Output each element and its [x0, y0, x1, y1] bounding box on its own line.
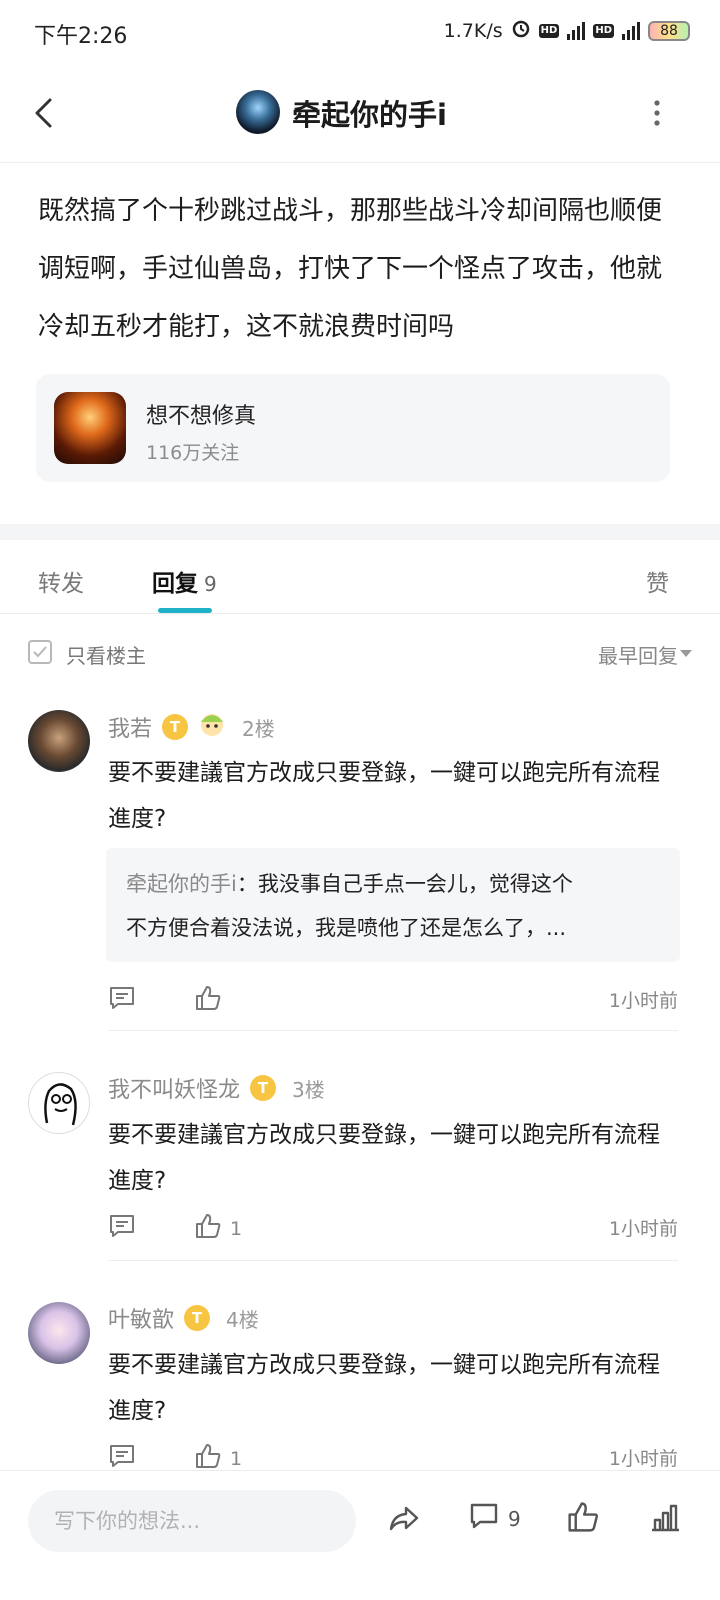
stats-button[interactable] [648, 1500, 682, 1539]
floor-number: 3楼 [292, 1077, 325, 1102]
tab-repost[interactable]: 转发 [38, 564, 84, 598]
sort-dropdown[interactable]: 最早回复 [598, 640, 678, 669]
like-button[interactable]: 1 [194, 1212, 242, 1245]
signal-icon [567, 21, 586, 40]
reply-button[interactable] [108, 984, 136, 1017]
comment-text: 要不要建議官方改成只要登錄，一鍵可以跑完所有流程進度? [108, 1352, 660, 1424]
level-badge: T [162, 714, 189, 740]
comment-time: 1小时前 [608, 1218, 678, 1240]
like-button[interactable] [194, 984, 230, 1017]
like-count: 1 [230, 1447, 243, 1470]
comment-count: 9 [508, 1506, 521, 1531]
like-post-button[interactable] [566, 1500, 600, 1539]
author-name: 我不叫妖怪龙 [108, 1078, 241, 1103]
post-content: 既然搞了个十秒跳过战斗，那那些战斗冷却间隔也顺便调短啊，手过仙兽岛，打快了下一个… [38, 196, 663, 342]
emoji-badge-icon [198, 710, 226, 744]
only-op-label[interactable]: 只看楼主 [66, 640, 146, 669]
quoted-reply[interactable]: 牵起你的手i：我没事自己手点一会儿，觉得这个 不方便合着没法说，我是喷他了还是怎… [106, 848, 680, 962]
author-name: 叶敏歆 [108, 1308, 175, 1333]
share-button[interactable] [386, 1500, 422, 1541]
hd-icon-2: HD [593, 23, 614, 38]
quote-line-1: 我没事自己手点一会儿，觉得这个 [257, 872, 573, 896]
bar-chart-icon [648, 1500, 682, 1539]
back-arrow-icon[interactable] [28, 96, 62, 130]
share-arrow-icon [386, 1500, 422, 1541]
author-name: 我若 [108, 717, 153, 742]
comment-icon [108, 1212, 136, 1245]
comment-input[interactable]: 写下你的想法... [28, 1490, 356, 1552]
comment-time: 1小时前 [608, 990, 678, 1012]
quote-line-2: 不方便合着没法说，我是喷他了还是怎么了，... [126, 916, 567, 940]
more-icon[interactable] [652, 98, 662, 128]
bottom-divider [0, 1470, 720, 1471]
tab-reply[interactable]: 回复 9 [152, 564, 217, 598]
comments-button[interactable]: 9 [468, 1500, 521, 1537]
author-avatar[interactable] [236, 90, 280, 134]
page-title[interactable]: 牵起你的手i [292, 92, 447, 134]
game-icon [54, 392, 126, 464]
game-name: 想不想修真 [146, 404, 257, 429]
comment-text: 要不要建議官方改成只要登錄，一鍵可以跑完所有流程進度? [108, 760, 660, 832]
tab-reply-count: 9 [204, 572, 217, 596]
header-divider [0, 162, 720, 163]
tab-divider [0, 613, 720, 614]
comment-icon [468, 1500, 500, 1537]
comment-divider [108, 1260, 678, 1261]
network-speed: 1.7K/s [443, 19, 503, 42]
comment-author[interactable]: 我若 T 2楼 [108, 710, 275, 744]
tab-like[interactable]: 赞 [646, 564, 669, 598]
avatar[interactable] [28, 710, 90, 772]
comment-icon [108, 984, 136, 1017]
comment-divider [108, 1030, 678, 1031]
thumbs-up-icon [566, 1500, 600, 1539]
comment-author[interactable]: 我不叫妖怪龙 T 3楼 [108, 1072, 325, 1104]
thumbs-up-icon [194, 984, 222, 1017]
quote-author: 牵起你的手i [126, 872, 237, 896]
floor-number: 4楼 [226, 1307, 259, 1332]
status-icons: 1.7K/s HD HD 88 [444, 18, 690, 43]
only-op-checkbox[interactable] [28, 640, 52, 664]
floor-number: 2楼 [242, 716, 275, 741]
game-card[interactable] [36, 374, 670, 482]
quote-separator: ： [236, 872, 258, 896]
avatar[interactable] [28, 1072, 90, 1134]
section-gap [0, 524, 720, 540]
comment-text: 要不要建議官方改成只要登錄，一鍵可以跑完所有流程進度? [108, 1122, 660, 1194]
comment-time: 1小时前 [608, 1448, 678, 1470]
thumbs-up-icon [194, 1212, 222, 1245]
alarm-icon [511, 18, 531, 43]
caret-down-icon[interactable] [680, 650, 692, 657]
level-badge: T [250, 1075, 277, 1101]
reply-button[interactable] [108, 1212, 136, 1245]
game-followers: 116万关注 [146, 442, 240, 464]
status-time: 下午2:26 [34, 24, 128, 49]
signal-icon-2 [622, 21, 640, 40]
comment-author[interactable]: 叶敏歆 T 4楼 [108, 1302, 259, 1334]
like-count: 1 [230, 1217, 243, 1240]
battery-icon: 88 [648, 20, 690, 41]
hd-icon: HD [538, 23, 560, 38]
tab-reply-label: 回复 [152, 571, 198, 597]
level-badge: T [184, 1305, 211, 1331]
avatar[interactable] [28, 1302, 90, 1364]
